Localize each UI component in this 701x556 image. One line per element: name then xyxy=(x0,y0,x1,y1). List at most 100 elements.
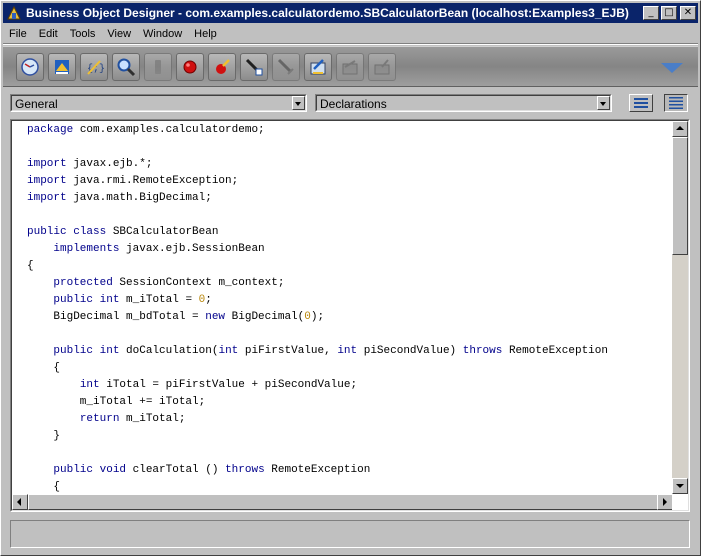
procedure-selector[interactable]: Declarations xyxy=(315,94,612,112)
code-line[interactable]: import java.rmi.RemoteException; xyxy=(27,173,672,190)
code-text[interactable]: package com.examples.calculatordemo; imp… xyxy=(27,122,672,495)
vertical-scrollbar[interactable] xyxy=(672,121,688,494)
code-line[interactable]: import javax.ejb.*; xyxy=(27,156,672,173)
step-over-button[interactable] xyxy=(272,53,300,81)
close-button[interactable]: ✕ xyxy=(680,6,696,20)
scroll-down-button[interactable] xyxy=(672,478,688,494)
properties-button[interactable] xyxy=(16,53,44,81)
menu-separator xyxy=(3,43,698,45)
run-button[interactable] xyxy=(208,53,236,81)
scroll-left-button[interactable] xyxy=(12,494,28,510)
keyword-token: protected xyxy=(53,277,113,289)
code-line[interactable] xyxy=(27,139,672,156)
code-line[interactable]: package com.examples.calculatordemo; xyxy=(27,122,672,139)
scroll-right-button[interactable] xyxy=(657,494,673,510)
code-line[interactable]: public int doCalculation(int piFirstValu… xyxy=(27,343,672,360)
object-selector[interactable]: General xyxy=(10,94,307,112)
code-line[interactable]: { xyxy=(27,479,672,495)
code-line[interactable]: public class SBCalculatorBean xyxy=(27,224,672,241)
scroll-up-button[interactable] xyxy=(672,121,688,137)
number-token: 0 xyxy=(304,311,311,323)
code-line[interactable]: import java.math.BigDecimal; xyxy=(27,190,672,207)
keyword-token: int xyxy=(99,294,120,306)
export-button[interactable] xyxy=(368,53,396,81)
keyword-token: implements xyxy=(53,243,120,255)
minimize-icon: _ xyxy=(648,7,654,18)
object-selector-value: General xyxy=(15,97,58,111)
code-line[interactable]: m_iTotal += iTotal; xyxy=(27,394,672,411)
code-line[interactable]: public void clearTotal () throws RemoteE… xyxy=(27,462,672,479)
code-line[interactable] xyxy=(27,445,672,462)
keyword-token: public xyxy=(53,345,94,357)
code-line[interactable]: implements javax.ejb.SessionBean xyxy=(27,241,672,258)
designer-window: Business Object Designer - com.examples.… xyxy=(0,0,701,556)
code-line[interactable]: return m_iTotal; xyxy=(27,411,672,428)
keyword-token: void xyxy=(99,464,127,476)
code-token: SessionContext m_context; xyxy=(112,277,285,289)
keyword-token: int xyxy=(99,345,120,357)
keyword-token: throws xyxy=(225,464,265,476)
code-line[interactable]: BigDecimal m_bdTotal = new BigDecimal(0)… xyxy=(27,309,672,326)
code-token: { xyxy=(27,481,61,493)
full-module-view-icon xyxy=(669,97,683,109)
keyword-token: class xyxy=(73,226,107,238)
menu-edit[interactable]: Edit xyxy=(33,28,64,40)
code-line[interactable]: protected SessionContext m_context; xyxy=(27,275,672,292)
maximize-button[interactable]: □ xyxy=(661,6,677,20)
full-module-view-button[interactable] xyxy=(664,94,688,112)
menu-file[interactable]: File xyxy=(3,28,33,40)
compile-button[interactable]: {;} xyxy=(80,53,108,81)
minimize-button[interactable]: _ xyxy=(643,6,659,20)
package-button[interactable] xyxy=(336,53,364,81)
code-token: BigDecimal m_bdTotal = xyxy=(27,311,206,323)
procedure-dropdown-button[interactable] xyxy=(597,96,610,110)
code-line[interactable]: public int m_iTotal = 0; xyxy=(27,292,672,309)
horizontal-scroll-thumb[interactable] xyxy=(28,494,658,510)
code-token: BigDecimal( xyxy=(225,311,305,323)
keyword-token: package xyxy=(27,124,74,136)
edit-bean-button[interactable] xyxy=(304,53,332,81)
title-bar[interactable]: Business Object Designer - com.examples.… xyxy=(3,3,698,23)
chevron-down-icon[interactable] xyxy=(661,63,683,73)
stop-icon xyxy=(155,60,161,74)
designer-app-icon[interactable] xyxy=(6,5,22,21)
code-line[interactable]: { xyxy=(27,258,672,275)
code-token: RemoteException xyxy=(264,464,371,476)
keyword-token: public xyxy=(53,464,94,476)
code-editor[interactable]: package com.examples.calculatordemo; imp… xyxy=(10,119,690,512)
code-line[interactable]: } xyxy=(27,428,672,445)
procedure-selector-value: Declarations xyxy=(320,97,387,111)
horizontal-scrollbar[interactable] xyxy=(12,494,673,510)
vertical-scroll-thumb[interactable] xyxy=(672,137,688,255)
menu-window[interactable]: Window xyxy=(137,28,188,40)
code-token: RemoteException xyxy=(502,345,608,357)
keyword-token: new xyxy=(205,311,226,323)
procedure-view-button[interactable] xyxy=(629,94,653,112)
object-dropdown-button[interactable] xyxy=(292,96,305,110)
menu-tools[interactable]: Tools xyxy=(64,28,102,40)
stop-button[interactable] xyxy=(144,53,172,81)
keyword-token: int xyxy=(218,345,239,357)
breakpoint-button[interactable] xyxy=(176,53,204,81)
code-line[interactable]: int iTotal = piFirstValue + piSecondValu… xyxy=(27,377,672,394)
code-token: ; xyxy=(205,294,212,306)
deploy-icon xyxy=(55,60,69,74)
code-line[interactable]: { xyxy=(27,360,672,377)
step-into-button[interactable] xyxy=(240,53,268,81)
menu-help[interactable]: Help xyxy=(188,28,223,40)
keyword-token: import xyxy=(27,192,67,204)
deploy-button[interactable] xyxy=(48,53,76,81)
code-line[interactable] xyxy=(27,326,672,343)
procedure-view-icon xyxy=(634,98,648,108)
close-icon: ✕ xyxy=(683,7,693,18)
export-icon xyxy=(374,59,390,75)
menu-view[interactable]: View xyxy=(101,28,137,40)
code-line[interactable] xyxy=(27,207,672,224)
keyword-token: return xyxy=(79,413,120,425)
find-button[interactable] xyxy=(112,53,140,81)
